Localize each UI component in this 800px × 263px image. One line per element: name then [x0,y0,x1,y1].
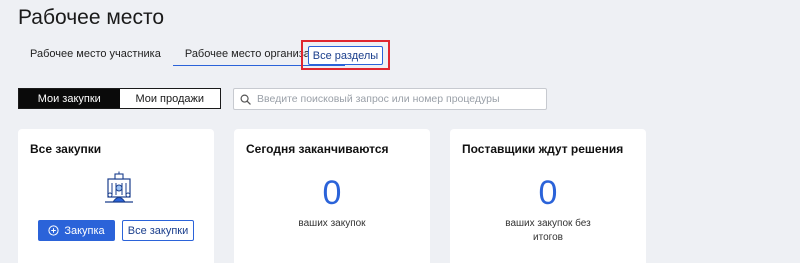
suppliers-waiting-subtitle: ваших закупок без итогов [505,218,591,243]
ending-today-subtitle: ваших закупок [298,218,366,229]
purchases-sales-toggle: Мои закупки Мои продажи [18,88,221,109]
plus-circle-icon [48,225,59,236]
ending-today-card[interactable]: Сегодня заканчиваются 0 ваших закупок [234,129,430,263]
all-sections-highlight: Все разделы [301,40,390,70]
card-title: Все закупки [30,142,102,156]
new-purchase-label: Закупка [64,224,105,237]
ending-today-count: 0 [322,174,342,212]
card-title: Поставщики ждут решения [462,142,624,156]
search-icon [240,94,251,105]
new-purchase-button[interactable]: Закупка [38,220,115,241]
tab-participant-workspace[interactable]: Рабочее место участника [18,40,173,66]
all-sections-button[interactable]: Все разделы [308,46,383,65]
my-purchases-button[interactable]: Мои закупки [19,89,120,108]
search-input[interactable] [257,93,537,105]
card-title: Сегодня заканчиваются [246,142,389,156]
suppliers-waiting-count: 0 [538,174,558,212]
page-title: Рабочее место [18,6,165,29]
all-purchases-button[interactable]: Все закупки [122,220,194,241]
workspace-tabs: Рабочее место участника Рабочее место ор… [18,40,345,68]
search-box [233,88,547,110]
building-people-icon [105,171,133,203]
my-sales-button[interactable]: Мои продажи [120,89,221,108]
suppliers-waiting-card[interactable]: Поставщики ждут решения 0 ваших закупок … [450,129,646,263]
all-purchases-card: Все закупки Закупка Все закупки [18,129,214,263]
